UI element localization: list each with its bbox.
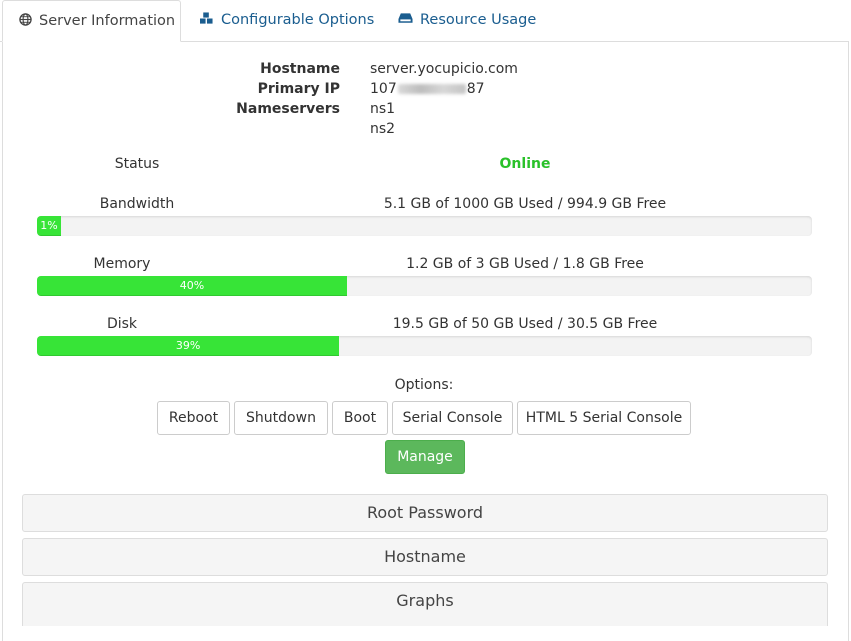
hostname-label: Hostname: [260, 61, 340, 77]
memory-label: Memory: [93, 256, 151, 272]
hostname-section-header[interactable]: Hostname: [22, 538, 828, 576]
disk-usage-text: 19.5 GB of 50 GB Used / 30.5 GB Free: [392, 316, 658, 332]
primary-ip-end: 87: [466, 81, 485, 97]
hdd-icon: [398, 12, 413, 28]
hostname-value: server.yocupicio.com: [370, 61, 518, 77]
primary-ip-start: 107: [370, 81, 397, 97]
cubes-icon: [199, 11, 214, 29]
tab-label: Configurable Options: [221, 12, 375, 28]
status-value: Online: [499, 156, 551, 172]
globe-icon: [19, 12, 32, 30]
disk-progress-fill: 39%: [37, 336, 340, 356]
tab-configurable-options[interactable]: Configurable Options: [199, 0, 374, 40]
boot-button[interactable]: Boot: [332, 401, 388, 435]
primary-ip-value: 107 87: [370, 81, 485, 97]
disk-label: Disk: [106, 316, 138, 332]
memory-usage-text: 1.2 GB of 3 GB Used / 1.8 GB Free: [406, 256, 644, 272]
tab-bar: Server Information Configurable Options …: [0, 0, 849, 42]
manage-button[interactable]: Manage: [385, 440, 465, 474]
primary-ip-label: Primary IP: [257, 81, 340, 97]
nameservers-label: Nameservers: [236, 101, 340, 117]
bandwidth-label: Bandwidth: [99, 196, 175, 212]
bandwidth-progress-fill: 1%: [37, 216, 61, 236]
bandwidth-progress-bar: 1%: [37, 216, 812, 236]
tab-server-information[interactable]: Server Information: [2, 0, 181, 42]
nameserver-1: ns1: [370, 101, 396, 117]
options-label: Options:: [394, 377, 454, 393]
graphs-section-label: Graphs: [396, 591, 454, 610]
root-password-section-header[interactable]: Root Password: [22, 494, 828, 532]
disk-progress-bar: 39%: [37, 336, 812, 356]
disk-percent: 39%: [175, 339, 201, 352]
memory-progress-bar: 40%: [37, 276, 812, 296]
shutdown-button[interactable]: Shutdown: [234, 401, 328, 435]
bandwidth-percent: 1%: [40, 219, 58, 232]
serial-console-button[interactable]: Serial Console: [392, 401, 513, 435]
status-label: Status: [114, 156, 160, 172]
html5-serial-console-button[interactable]: HTML 5 Serial Console: [517, 401, 691, 435]
memory-progress-fill: 40%: [37, 276, 347, 296]
graphs-section-header[interactable]: Graphs: [22, 582, 828, 626]
memory-percent: 40%: [179, 279, 205, 292]
tab-resource-usage[interactable]: Resource Usage: [398, 0, 536, 40]
tab-label: Server Information: [39, 13, 176, 29]
tab-label: Resource Usage: [420, 12, 537, 28]
bandwidth-usage-text: 5.1 GB of 1000 GB Used / 994.9 GB Free: [383, 196, 667, 212]
reboot-button[interactable]: Reboot: [157, 401, 230, 435]
redacted-ip-segment: [397, 84, 466, 94]
nameserver-2: ns2: [370, 121, 396, 137]
